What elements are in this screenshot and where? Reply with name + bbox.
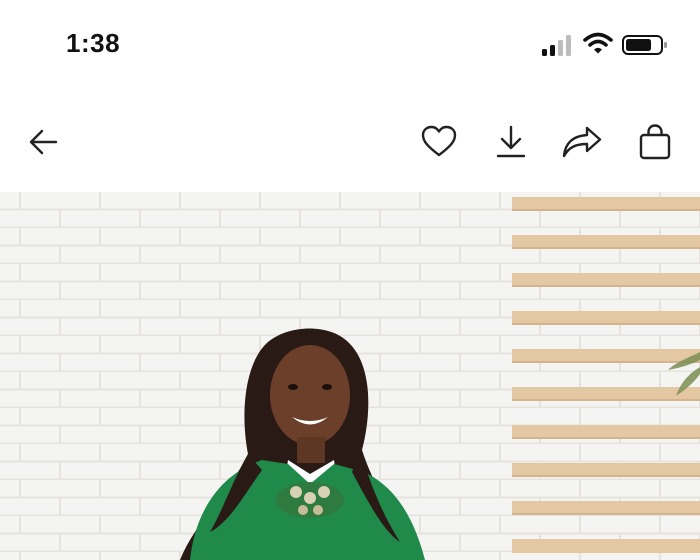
shop-button[interactable] bbox=[633, 120, 677, 164]
download-button[interactable] bbox=[489, 120, 533, 164]
toolbar bbox=[0, 90, 700, 192]
wifi-icon bbox=[583, 32, 613, 54]
heart-icon bbox=[421, 125, 457, 157]
cellular-signal-icon bbox=[542, 35, 571, 56]
pin-photo[interactable] bbox=[0, 192, 700, 560]
share-icon bbox=[562, 126, 602, 158]
share-button[interactable] bbox=[560, 120, 604, 164]
like-button[interactable] bbox=[417, 120, 461, 164]
photo-illustration bbox=[0, 192, 700, 560]
back-button[interactable] bbox=[22, 120, 66, 164]
download-icon bbox=[496, 125, 526, 158]
back-arrow-icon bbox=[29, 129, 58, 155]
status-time: 1:38 bbox=[66, 28, 121, 58]
battery-icon bbox=[622, 35, 667, 55]
status-bar: 1:38 bbox=[0, 0, 700, 90]
necklace bbox=[276, 482, 344, 518]
shopping-bag-icon bbox=[639, 124, 671, 160]
